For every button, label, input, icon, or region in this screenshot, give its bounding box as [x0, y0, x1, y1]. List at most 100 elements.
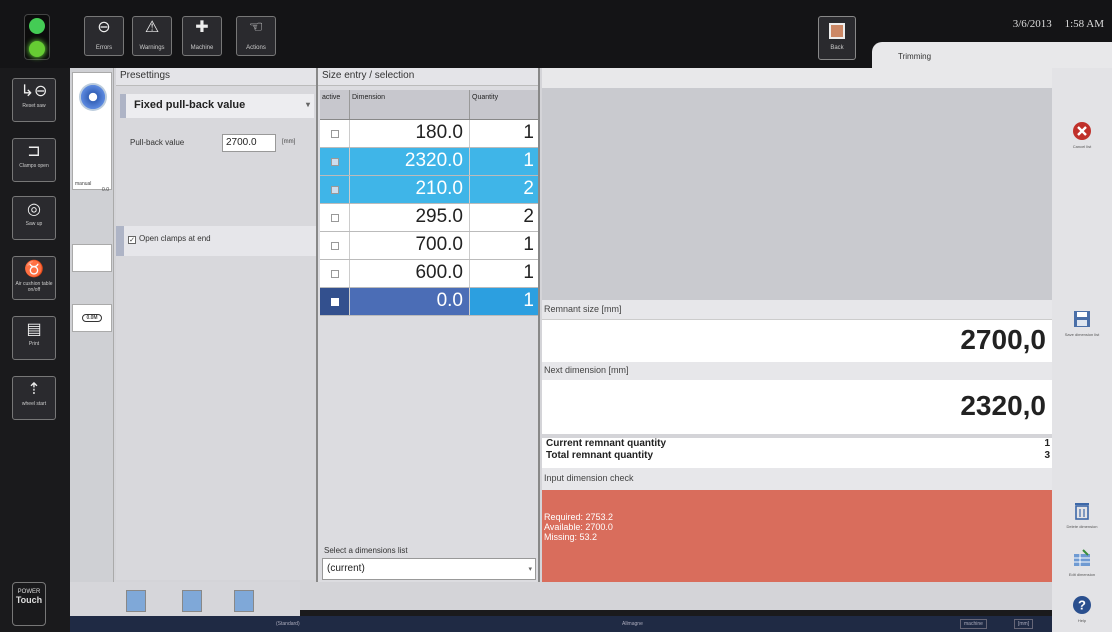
mode-value: 0.0	[102, 187, 109, 193]
table-header: active Dimension Quantity	[320, 90, 538, 120]
next-dimension-value: 2320,0	[542, 380, 1054, 434]
table-row[interactable]: 295.0 2	[320, 204, 538, 232]
print-button[interactable]: ▤ Print	[12, 316, 56, 360]
row-active-cell	[320, 232, 350, 259]
next-dimension-label: Next dimension [mm]	[542, 362, 1054, 380]
actions-button[interactable]: ☜ Actions	[236, 16, 276, 56]
quantity-cell[interactable]: 1	[470, 120, 538, 147]
col-active: active	[320, 90, 350, 119]
pullback-input[interactable]: 2700.0	[222, 134, 276, 152]
row-active-cell	[320, 176, 350, 203]
status-standard: (Standard)	[276, 621, 300, 627]
checkbox[interactable]	[330, 241, 339, 250]
total-remnant-row: Total remnant quantity 3	[542, 450, 1054, 462]
available-text: Available: 2700.0	[544, 522, 613, 532]
saw-up-button[interactable]: ◎ Saw up	[12, 196, 56, 240]
minus-circle-icon: ⊖	[97, 19, 111, 36]
checkbox[interactable]	[330, 157, 339, 166]
checkbox[interactable]	[330, 269, 339, 278]
open-clamps-label: Open clamps at end	[139, 234, 211, 243]
save-list-button[interactable]: Save dimension list	[1052, 308, 1112, 337]
edit-dimension-label: Edit dimension	[1068, 572, 1096, 577]
size-entry-title: Size entry / selection	[318, 68, 538, 86]
dimension-cell[interactable]: 295.0	[350, 204, 470, 231]
dimension-cell[interactable]: 600.0	[350, 260, 470, 287]
cancel-list-button[interactable]: Cancel list	[1052, 120, 1112, 149]
quantity-cell[interactable]: 1	[470, 148, 538, 175]
help-button[interactable]: ? Help	[1052, 594, 1112, 623]
trash-icon	[1075, 503, 1089, 520]
remnant-size-label: Remnant size [mm]	[542, 300, 1054, 320]
col-quantity: Quantity	[472, 94, 499, 101]
bottom-tab-strip	[70, 582, 300, 616]
checkbox[interactable]	[330, 213, 339, 222]
air-cushion-button[interactable]: ♉ Air cushion table on/off	[12, 256, 56, 300]
pullback-label: Pull-back value	[130, 138, 185, 147]
machine-button[interactable]: ✚ Machine	[182, 16, 222, 56]
quantity-cell[interactable]: 2	[470, 176, 538, 203]
clamp-icon: ⊐	[27, 143, 41, 160]
total-remnant-label: Total remnant quantity	[546, 450, 654, 461]
checkbox[interactable]	[330, 129, 339, 138]
program-card[interactable]: manual 0.0	[72, 72, 112, 193]
table-row[interactable]: 210.0 2	[320, 176, 538, 204]
missing-text: Missing: 53.2	[544, 532, 598, 542]
dimension-cell[interactable]: 2320.0	[350, 148, 470, 175]
table-row[interactable]: 700.0 1	[320, 232, 538, 260]
list-tab-icon[interactable]	[182, 590, 202, 612]
status-light-bottom	[29, 41, 45, 57]
top-bar: ⊖ Errors ⚠ Warnings ✚ Machine ☜ Actions …	[0, 0, 1112, 68]
presettings-title: Presettings	[116, 68, 318, 86]
wrench-icon: ✚	[195, 19, 209, 36]
quantity-cell[interactable]: 1	[470, 288, 538, 315]
quantity-cell[interactable]: 2	[470, 204, 538, 231]
checkbox[interactable]	[330, 297, 339, 306]
current-remnant-row: Current remnant quantity 1	[542, 438, 1054, 450]
left-sidebar: ↳⊖ Reset saw ⊐ Clamps open ◎ Saw up ♉ Ai…	[0, 68, 70, 632]
cancel-list-label: Cancel list	[1072, 144, 1092, 149]
table-row[interactable]: 2320.0 1	[320, 148, 538, 176]
program-tab-icon[interactable]	[126, 590, 146, 612]
svg-text:?: ?	[1078, 598, 1086, 613]
row-active-cell	[320, 288, 350, 315]
hand-icon: ☜	[248, 19, 264, 36]
table-row[interactable]: 180.0 1	[320, 120, 538, 148]
open-clamps-checkbox[interactable]: ✓ Open clamps at end	[116, 226, 318, 256]
clamps-open-button[interactable]: ⊐ Clamps open	[12, 138, 56, 182]
dimension-list-select[interactable]: (current) ▾	[322, 558, 536, 580]
total-remnant-value: 3	[1044, 450, 1050, 461]
delete-dimension-button[interactable]: Delete dimension	[1052, 500, 1112, 529]
table-row[interactable]: 600.0 1	[320, 260, 538, 288]
start-icon: ⇡	[27, 381, 41, 398]
preview-card[interactable]	[72, 244, 112, 272]
status-machine: machine	[960, 619, 987, 629]
dimension-cell[interactable]: 700.0	[350, 232, 470, 259]
edit-dimension-button[interactable]: Edit dimension	[1052, 548, 1112, 577]
dimension-cell[interactable]: 210.0	[350, 176, 470, 203]
measure-card[interactable]: 0.0M	[72, 304, 112, 332]
back-button[interactable]: Back	[818, 16, 856, 60]
dimension-cell[interactable]: 180.0	[350, 120, 470, 147]
help-icon: ?	[1073, 596, 1091, 614]
warnings-button[interactable]: ⚠ Warnings	[132, 16, 172, 56]
tab-trimming[interactable]: Trimming	[872, 42, 1112, 68]
program-column: manual 0.0 0.0M	[70, 68, 114, 586]
table-row-editing[interactable]: 0.0 1	[320, 288, 538, 316]
air-cushion-icon: ♉	[24, 261, 44, 278]
checkbox[interactable]	[330, 185, 339, 194]
bottom-bar: (Standard) Allmagne machine [mm]	[70, 582, 1052, 632]
date: 3/6/2013	[1012, 18, 1052, 30]
errors-button[interactable]: ⊖ Errors	[84, 16, 124, 56]
info-preview-area	[542, 88, 1054, 300]
main-area: manual 0.0 0.0M Presettings Fixed pull-b…	[70, 68, 1054, 610]
quantity-cell[interactable]: 1	[470, 260, 538, 287]
settings-tab-icon[interactable]	[234, 590, 254, 612]
quantity-cell[interactable]: 1	[470, 232, 538, 259]
dimension-cell[interactable]: 0.0	[350, 288, 470, 315]
save-list-label: Save dimension list	[1064, 332, 1100, 337]
status-bar: (Standard) Allmagne machine [mm]	[70, 616, 1052, 632]
wheel-start-button[interactable]: ⇡ wheel start	[12, 376, 56, 420]
reset-saw-button[interactable]: ↳⊖ Reset saw	[12, 78, 56, 122]
saw-icon: ◎	[27, 201, 41, 218]
mode-dropdown[interactable]: Fixed pull-back value ▾	[120, 94, 314, 118]
